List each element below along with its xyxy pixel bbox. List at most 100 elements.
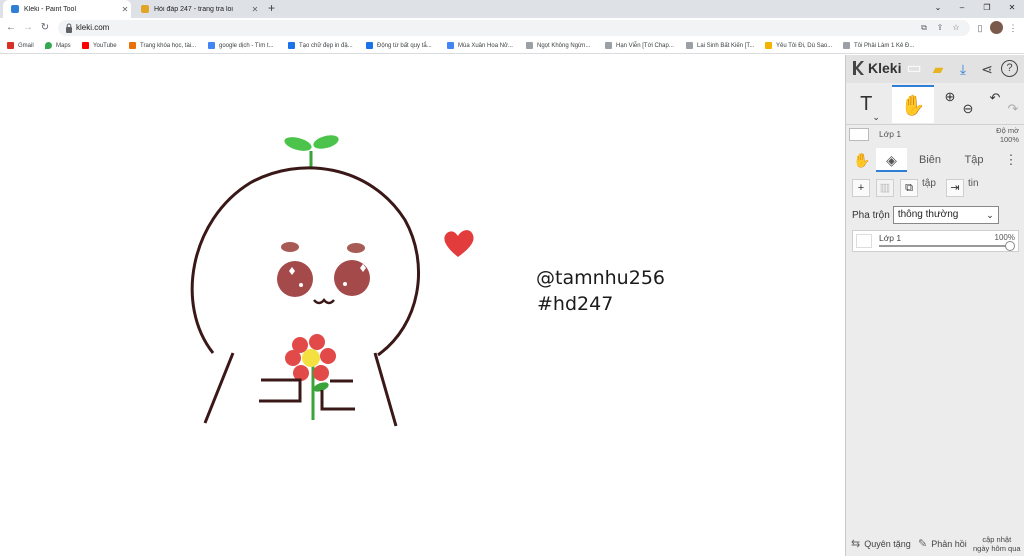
undo-icon[interactable]: ↶ [987, 90, 1003, 106]
bookmark-maps[interactable]: Maps [45, 38, 71, 53]
site-icon [129, 42, 136, 49]
add-layer-button[interactable]: + [852, 179, 870, 197]
bookmark-7[interactable]: Hạn Viễn [Tới Chap... [605, 38, 674, 53]
donate-link[interactable]: ⇆ Quyên tặng [851, 531, 911, 556]
kleki-logo[interactable]: Kleki [851, 60, 901, 76]
merge-icon: ⇥ [950, 182, 960, 194]
minimize-icon[interactable]: – [950, 0, 974, 16]
help-icon[interactable]: ? [1001, 60, 1018, 77]
layer-buttons: + ▥ ⧉ tập ⇥ tin [846, 178, 1024, 200]
tab-file[interactable]: Tập [954, 148, 994, 172]
tab-layers[interactable]: ◈ [876, 148, 907, 172]
flower-drawing [285, 334, 336, 420]
maps-pin-icon [45, 42, 52, 49]
delete-layer-button[interactable]: ▥ [876, 179, 894, 197]
plus-icon[interactable]: + [265, 2, 278, 15]
google-icon [208, 42, 215, 49]
bookmark-label: Hạn Viễn [Tới Chap... [616, 42, 674, 49]
share-icon[interactable]: ⇪ [934, 22, 946, 34]
bookmark-3[interactable]: Tạo chữ đẹp in đậ... [288, 38, 353, 53]
address-bar[interactable]: kleki.com ⧉ ⇪ ☆ [58, 20, 970, 36]
bookmark-gmail[interactable]: Gmail [7, 38, 34, 53]
youtube-icon [82, 42, 89, 49]
panel-footer: ⇆ Quyên tặng ✎ Phản hồi cập nhật ngày hô… [846, 531, 1024, 556]
bookmark-1[interactable]: Trang khóa học, tài... [129, 38, 196, 53]
bookmark-youtube[interactable]: YouTube [82, 38, 117, 53]
duplicate-layer-button[interactable]: ⧉ [900, 179, 918, 197]
open-folder-icon[interactable]: ▰ [928, 59, 948, 79]
window-close-icon[interactable]: ✕ [1000, 0, 1024, 16]
menu-dots-icon[interactable]: ⋮ [1006, 21, 1020, 35]
screen: Kleki - Paint Tool ✕ Hỏi đáp 247 - trang… [0, 0, 1024, 556]
duplicate-label: tập [922, 178, 936, 189]
zoom-out-icon[interactable]: ⊖ [960, 101, 976, 117]
bookmark-6[interactable]: Ngọt Không Ngừn... [526, 38, 590, 53]
right-blush [347, 243, 365, 253]
browser-toolbar: ← → ↻ kleki.com ⧉ ⇪ ☆ ▯ ⋮ [0, 18, 1024, 38]
forward-arrow-icon[interactable]: → [21, 21, 35, 35]
site-icon [526, 42, 533, 49]
slider-knob[interactable] [1005, 241, 1015, 251]
bookmark-9[interactable]: Yêu Tôi Đi, Dù Sao... [765, 38, 832, 53]
bookmark-star-icon[interactable]: ☆ [950, 22, 962, 34]
translate-icon[interactable]: ⧉ [918, 22, 930, 34]
bookmark-label: Gmail [18, 42, 34, 49]
new-image-icon[interactable]: ▭ [904, 59, 924, 79]
layer-name: Lớp 1 [879, 233, 902, 243]
drawing-canvas[interactable]: @tamnhu256 #hd247 [0, 55, 845, 556]
kleki-favicon-icon [11, 5, 19, 13]
bookmark-2[interactable]: google dịch - Tìm t... [208, 38, 274, 53]
text-tool-button[interactable]: T⌄ [849, 85, 891, 123]
feedback-link[interactable]: ✎ Phản hồi [918, 531, 967, 556]
current-layer-bar[interactable]: Lớp 1 Độ mờ 100% [846, 125, 1024, 145]
bookmark-4[interactable]: Động từ bất quy tắ... [366, 38, 432, 53]
feedback-label: Phản hồi [931, 538, 967, 549]
kleki-side-panel: Kleki ▭ ▰ ⤓ ⋖ ? T⌄ ✋ ⊕ ⊖ ↶ ↷ Lớp 1 Độ mờ… [845, 55, 1024, 556]
tab-kleki[interactable]: Kleki - Paint Tool ✕ [3, 0, 131, 18]
close-tab-icon[interactable]: ✕ [119, 5, 131, 14]
zoom-in-icon[interactable]: ⊕ [942, 89, 958, 105]
bookmark-5[interactable]: Mùa Xuân Hoa Nở... [447, 38, 513, 53]
tab-hoidap[interactable]: Hỏi đáp 247 - trang tra loi ✕ [133, 0, 261, 18]
hand-icon: ✋ [900, 95, 926, 117]
changelog-link[interactable]: cập nhật ngày hôm qua [973, 531, 1021, 556]
reload-icon[interactable]: ↻ [38, 21, 52, 35]
layers-icon: ◈ [886, 152, 897, 168]
site-icon [366, 42, 373, 49]
left-blush [281, 242, 299, 252]
tab-title: Hỏi đáp 247 - trang tra loi [154, 5, 233, 13]
sidepanel-icon[interactable]: ▯ [973, 21, 987, 35]
tool-row: T⌄ ✋ ⊕ ⊖ ↶ ↷ [846, 85, 1024, 123]
back-arrow-icon[interactable]: ← [4, 21, 18, 35]
blend-mode-select[interactable]: thông thường ⌄ [892, 206, 999, 224]
redo-icon[interactable]: ↷ [1005, 101, 1021, 117]
site-icon [288, 42, 295, 49]
bookmark-8[interactable]: Lai Sinh Bất Kiến [T... [686, 38, 754, 53]
layer-thumbnail [856, 234, 872, 248]
layer-list-item[interactable]: Lớp 1 100% [852, 230, 1019, 252]
more-dots-icon[interactable]: ⋮ [1002, 148, 1020, 172]
mouth [313, 298, 335, 305]
gmail-icon [7, 42, 14, 49]
site-icon [605, 42, 612, 49]
close-tab-icon[interactable]: ✕ [249, 5, 261, 14]
hand-tool-button[interactable]: ✋ [892, 85, 934, 123]
layer-opacity-slider[interactable] [879, 245, 1012, 247]
restore-icon[interactable]: ❐ [975, 0, 999, 16]
text-tool-icon: T [860, 93, 873, 115]
layer-opacity-readout: Độ mờ 100% [996, 126, 1019, 144]
download-icon[interactable]: ⤓ [953, 59, 973, 79]
tab-search-icon[interactable]: ⌄ [926, 0, 950, 16]
donate-label: Quyên tặng [864, 538, 911, 549]
layer-thumbnail [849, 128, 869, 141]
bookmark-10[interactable]: Tôi Phải Làm 1 Kẻ Đ... [843, 38, 914, 53]
folder-icon [765, 42, 772, 49]
left-hand [259, 378, 302, 403]
tab-edit[interactable]: Biên [910, 148, 950, 172]
merge-layer-button[interactable]: ⇥ [946, 179, 964, 197]
right-eye [334, 260, 370, 296]
bookmark-label: Lai Sinh Bất Kiến [T... [697, 42, 755, 49]
share-icon[interactable]: ⋖ [977, 59, 997, 79]
tab-hand[interactable]: ✋ [849, 148, 875, 172]
profile-avatar[interactable] [990, 21, 1003, 34]
